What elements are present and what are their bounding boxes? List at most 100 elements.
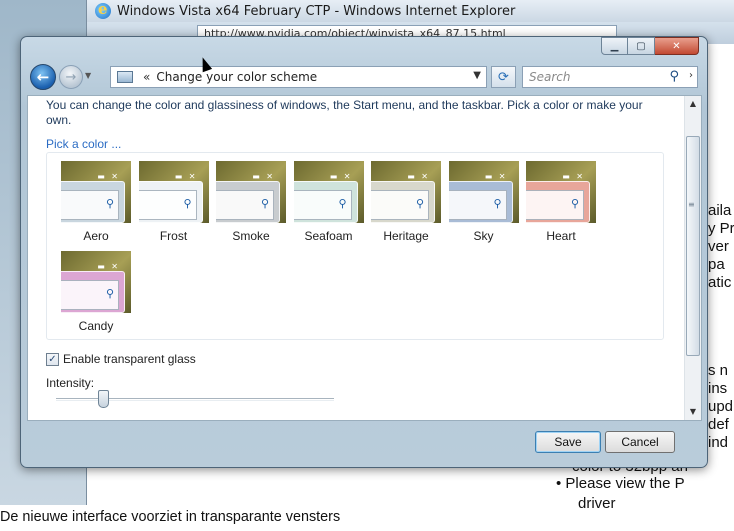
intro-text: You can change the color and glassiness … <box>46 98 643 127</box>
swatch-titlebar-buttons-icon: ▬ ✕ <box>407 172 430 181</box>
swatch-window: ▬ ✕ ⚲ <box>526 172 590 223</box>
swatch-label[interactable]: Seafoam <box>294 229 364 243</box>
swatch-preview[interactable]: ▬ ✕ ⚲ <box>138 161 209 223</box>
swatch-label[interactable]: Sky <box>449 229 519 243</box>
color-swatch-heritage[interactable]: ▬ ✕ ⚲ Heritage <box>371 161 441 247</box>
search-icon: ⚲ <box>260 197 269 210</box>
swatch-titlebar-buttons-icon: ▬ ✕ <box>97 172 120 181</box>
page-text-fragment: pa <box>708 256 725 273</box>
swatch-window: ▬ ✕ ⚲ <box>61 262 125 313</box>
maximize-icon: ▢ <box>636 40 646 52</box>
swatch-preview[interactable]: ▬ ✕ ⚲ <box>526 161 596 223</box>
color-swatch-sky[interactable]: ▬ ✕ ⚲ Sky <box>448 161 519 247</box>
swatch-window: ▬ ✕ ⚲ <box>138 172 203 223</box>
color-swatch-candy[interactable]: ▬ ✕ ⚲ Candy <box>61 251 131 337</box>
minimize-button[interactable]: ▁ <box>601 37 628 55</box>
page-bullet-item: • Please view the P <box>556 475 685 492</box>
swatch-window: ▬ ✕ ⚲ <box>448 172 513 223</box>
search-icon: ⚲ <box>105 287 114 300</box>
page-text-fragment: ind <box>708 434 729 451</box>
swatch-titlebar-buttons-icon: ▬ ✕ <box>97 262 120 271</box>
refresh-button[interactable]: ⟳ <box>491 66 516 88</box>
maximize-button[interactable]: ▢ <box>628 37 655 55</box>
swatch-label[interactable]: Frost <box>139 229 209 243</box>
swatch-window: ▬ ✕ ⚲ <box>216 172 280 223</box>
page-text-fragment: atic <box>708 274 732 291</box>
enable-glass-label[interactable]: Enable transparent glass <box>63 352 196 366</box>
swatch-preview[interactable]: ▬ ✕ ⚲ <box>448 161 519 223</box>
page-text-fragment: aila <box>708 202 732 219</box>
color-swatch-list: ▬ ✕ ⚲ Aero ▬ ✕ ⚲ Frost ▬ ✕ ⚲ Smoke ▬ ✕ ⚲ Seafoam ▬ ✕… <box>46 152 664 340</box>
page-text-fragment: def <box>708 416 729 433</box>
enable-transparent-glass-option[interactable]: ✓ Enable transparent glass <box>46 352 196 366</box>
internet-explorer-icon <box>95 0 111 19</box>
search-icon: ⚲ <box>338 197 347 210</box>
color-swatch-heart[interactable]: ▬ ✕ ⚲ Heart <box>526 161 596 247</box>
swatch-label[interactable]: Heritage <box>371 229 441 243</box>
content-pane: You can change the color and glassiness … <box>27 95 702 421</box>
search-icon: ⚲ <box>105 197 114 210</box>
minimize-icon: ▁ <box>610 40 619 52</box>
color-swatch-frost[interactable]: ▬ ✕ ⚲ Frost <box>138 161 209 247</box>
close-icon: ✕ <box>672 40 681 52</box>
breadcrumb-chevron[interactable]: « <box>143 70 150 84</box>
swatch-preview[interactable]: ▬ ✕ ⚲ <box>293 161 364 223</box>
swatch-titlebar-buttons-icon: ▬ ✕ <box>562 172 585 181</box>
refresh-icon: ⟳ <box>498 69 509 85</box>
swatch-titlebar-buttons-icon: ▬ ✕ <box>484 172 508 181</box>
browser-title-bar: Windows Vista x64 February CTP - Windows… <box>87 0 734 22</box>
search-icon: ⚲ <box>493 197 502 210</box>
scrollbar-thumb[interactable] <box>686 136 700 356</box>
forward-button[interactable]: → <box>59 65 83 89</box>
chevron-right-icon[interactable]: › <box>689 70 693 81</box>
vertical-scrollbar[interactable]: ▲ ≡ ▼ <box>684 96 701 420</box>
close-button[interactable]: ✕ <box>655 37 699 55</box>
breadcrumb-current[interactable]: Change your color scheme <box>156 70 317 84</box>
image-caption: De nieuwe interface voorziet in transpar… <box>0 508 341 525</box>
swatch-window: ▬ ✕ ⚲ <box>371 172 435 223</box>
pick-color-link[interactable]: Pick a color ... <box>46 137 121 151</box>
color-swatch-smoke[interactable]: ▬ ✕ ⚲ Smoke <box>216 161 286 247</box>
swatch-titlebar-buttons-icon: ▬ ✕ <box>252 172 275 181</box>
search-icon: ⚲ <box>415 197 424 210</box>
color-swatch-aero[interactable]: ▬ ✕ ⚲ Aero <box>61 161 131 247</box>
scroll-down-icon[interactable]: ▼ <box>685 404 701 420</box>
enable-glass-checkbox[interactable]: ✓ <box>46 352 59 366</box>
page-text-fragment: y Pr <box>708 220 734 237</box>
swatch-preview[interactable]: ▬ ✕ ⚲ <box>371 161 441 223</box>
search-box[interactable]: Search ⚲ › <box>522 66 698 88</box>
recent-pages-dropdown[interactable]: ▼ <box>85 71 91 80</box>
swatch-titlebar-buttons-icon: ▬ ✕ <box>174 172 198 181</box>
page-text-fragment: s n <box>708 362 729 379</box>
window-controls: ▁ ▢ ✕ <box>601 37 699 55</box>
scroll-up-icon[interactable]: ▲ <box>685 96 701 112</box>
swatch-preview[interactable]: ▬ ✕ ⚲ <box>61 161 131 223</box>
page-text-fragment: ins <box>708 380 728 397</box>
swatch-label[interactable]: Smoke <box>216 229 286 243</box>
color-scheme-window: ▁ ▢ ✕ ← → ▼ « Change your color scheme ▼… <box>20 36 708 468</box>
intensity-label: Intensity: <box>46 376 95 390</box>
swatch-preview[interactable]: ▬ ✕ ⚲ <box>61 251 131 313</box>
swatch-window: ▬ ✕ ⚲ <box>61 172 125 223</box>
address-bar[interactable]: « Change your color scheme ▼ <box>110 66 487 88</box>
intensity-slider-thumb[interactable] <box>97 390 109 408</box>
swatch-label[interactable]: Heart <box>526 229 596 243</box>
address-dropdown-icon[interactable]: ▼ <box>473 70 481 81</box>
save-button[interactable]: Save <box>535 431 601 453</box>
search-placeholder: Search <box>529 70 571 84</box>
search-icon[interactable]: ⚲ <box>669 69 679 84</box>
search-icon: ⚲ <box>570 197 579 210</box>
cancel-button[interactable]: Cancel <box>605 431 675 453</box>
scrollbar-grip-icon: ≡ <box>688 200 695 209</box>
page-bullet-text[interactable]: Please view the P <box>565 475 684 492</box>
page-text-fragment: upd <box>708 398 734 415</box>
page-text-fragment: ver <box>708 238 729 255</box>
swatch-window: ▬ ✕ ⚲ <box>293 172 358 223</box>
color-swatch-seafoam[interactable]: ▬ ✕ ⚲ Seafoam <box>293 161 364 247</box>
back-button[interactable]: ← <box>30 64 56 90</box>
control-panel-icon <box>117 71 133 83</box>
swatch-label[interactable]: Aero <box>61 229 131 243</box>
swatch-label[interactable]: Candy <box>61 319 131 333</box>
browser-title: Windows Vista x64 February CTP - Windows… <box>117 3 516 19</box>
swatch-preview[interactable]: ▬ ✕ ⚲ <box>216 161 286 223</box>
